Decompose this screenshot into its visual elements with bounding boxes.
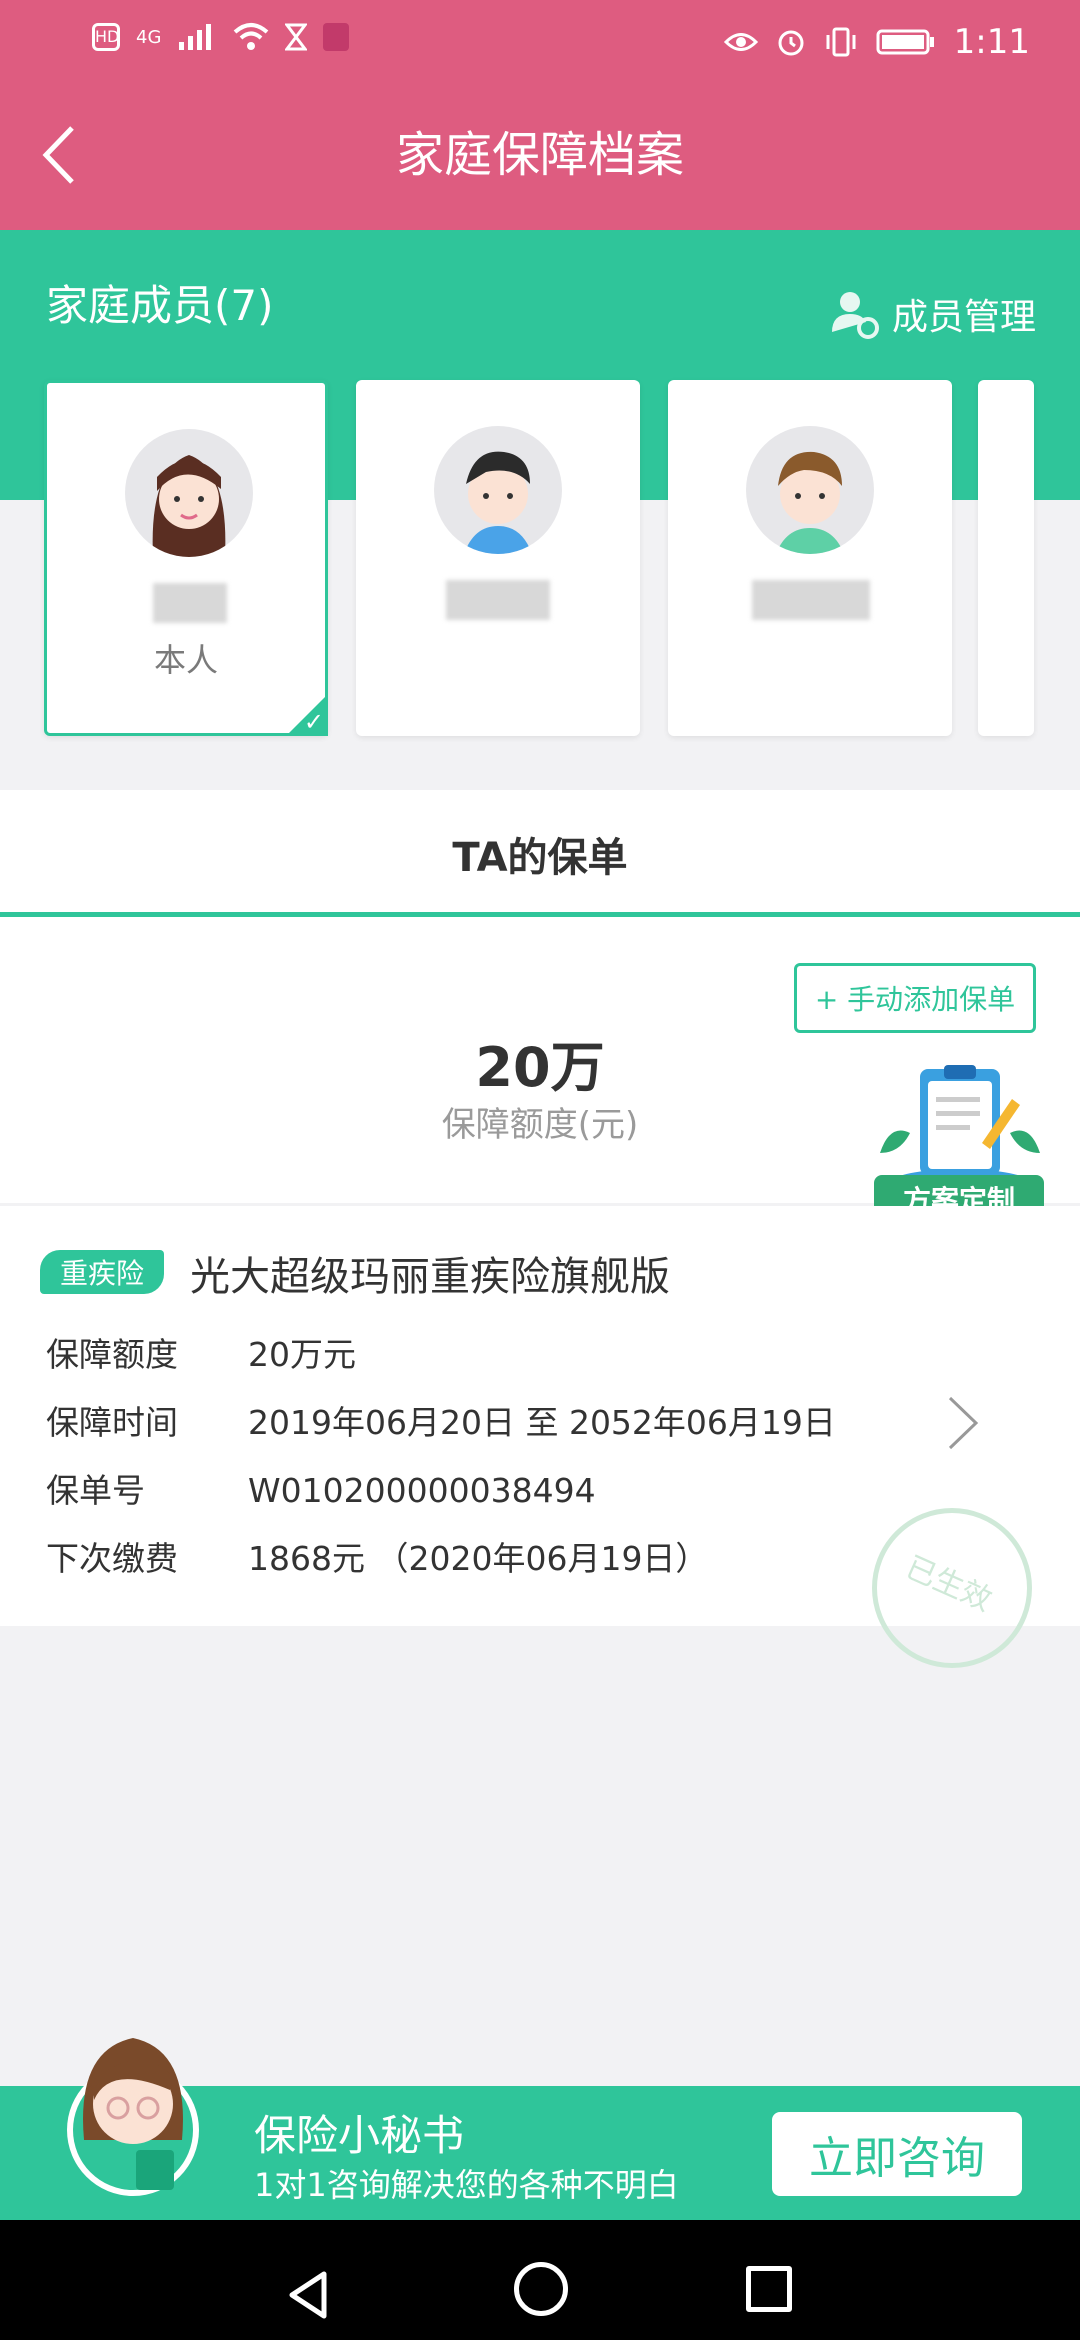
signal-icon bbox=[179, 24, 212, 50]
row-value: 2019年06月20日 至 2052年06月19日 bbox=[248, 1403, 836, 1442]
assistant-subtitle: 1对1咨询解决您的各种不明白 bbox=[254, 2166, 679, 2204]
avatar bbox=[125, 429, 253, 557]
member-cards: 本人 bbox=[44, 380, 1080, 740]
policy-type-tag: 重疾险 bbox=[40, 1250, 164, 1294]
assistant-avatar-icon bbox=[67, 2038, 199, 2196]
row-value: 1868元 （2020年06月19日） bbox=[248, 1539, 709, 1578]
female-avatar-icon bbox=[152, 455, 226, 557]
male-avatar-icon bbox=[464, 451, 532, 554]
vibrate-icon bbox=[826, 27, 856, 57]
member-role: 本人 bbox=[153, 641, 218, 679]
status-stamp-label: 已生效 bbox=[900, 1549, 997, 1619]
status-stamp: 已生效 bbox=[872, 1508, 1032, 1668]
policy-name: 光大超级玛丽重疾险旗舰版 bbox=[190, 1254, 670, 1300]
members-title: 家庭成员(7) bbox=[46, 281, 274, 330]
nav-recents-icon[interactable] bbox=[746, 2266, 792, 2312]
wifi-icon bbox=[234, 23, 269, 50]
row-key: 下次缴费 bbox=[46, 1539, 178, 1578]
member-card[interactable] bbox=[356, 380, 640, 736]
chevron-right-icon[interactable] bbox=[946, 1394, 980, 1452]
app-notification-icon bbox=[323, 23, 350, 51]
policy-row: 保单号 W010200000038494 bbox=[46, 1464, 596, 1512]
consult-now-button[interactable]: 立即咨询 bbox=[772, 2112, 1022, 2196]
hd-icon: HD bbox=[92, 23, 120, 51]
tab-label: TA的保单 bbox=[452, 835, 628, 881]
alarm-icon bbox=[778, 30, 804, 56]
avatar bbox=[434, 426, 562, 554]
clipboard-icon bbox=[880, 1065, 1040, 1197]
member-name-blurred bbox=[752, 580, 870, 620]
member-card[interactable] bbox=[668, 380, 952, 736]
status-time: 1:11 bbox=[953, 22, 1030, 62]
page-title: 家庭保障档案 bbox=[395, 127, 684, 183]
member-card[interactable]: 本人 bbox=[44, 380, 328, 736]
row-value: W010200000038494 bbox=[248, 1471, 596, 1510]
coverage-summary: + 手动添加保单 20万 保障额度(元) 方案定制 bbox=[0, 917, 1080, 1223]
eye-icon bbox=[723, 33, 758, 51]
user-settings-icon bbox=[831, 292, 879, 339]
policy-row: 保障额度 20万元 bbox=[46, 1328, 356, 1376]
row-key: 保障额度 bbox=[46, 1335, 178, 1374]
member-name-blurred bbox=[446, 580, 550, 620]
member-name-blurred bbox=[153, 583, 227, 623]
hourglass-icon bbox=[285, 23, 308, 51]
assistant-title: 保险小秘书 bbox=[254, 2111, 465, 2160]
member-card-partial[interactable] bbox=[978, 380, 1034, 736]
row-key: 保单号 bbox=[46, 1471, 145, 1510]
row-key: 保障时间 bbox=[46, 1403, 178, 1442]
policy-row: 保障时间 2019年06月20日 至 2052年06月19日 bbox=[46, 1396, 836, 1444]
policy-card[interactable]: 重疾险 光大超级玛丽重疾险旗舰版 保障额度 20万元 保障时间 2019年06月20… bbox=[0, 1206, 1080, 1668]
member-manage-label: 成员管理 bbox=[891, 297, 1036, 338]
battery-icon bbox=[876, 29, 934, 55]
nav-home-icon[interactable] bbox=[514, 2262, 568, 2316]
member-manage-button[interactable]: 成员管理 bbox=[830, 288, 1036, 340]
row-value: 20万元 bbox=[248, 1335, 356, 1374]
status-bar: HD 4G 1:11 bbox=[0, 0, 1080, 84]
nav-back-icon[interactable] bbox=[284, 2270, 334, 2320]
avatar bbox=[746, 426, 874, 554]
network-type-label: 4G bbox=[136, 26, 162, 48]
checkmark-icon bbox=[286, 694, 328, 736]
policy-row: 下次缴费 1868元 （2020年06月19日） bbox=[46, 1532, 708, 1580]
boy-avatar-icon bbox=[776, 451, 844, 554]
tab-policies[interactable]: TA的保单 bbox=[0, 790, 1080, 917]
